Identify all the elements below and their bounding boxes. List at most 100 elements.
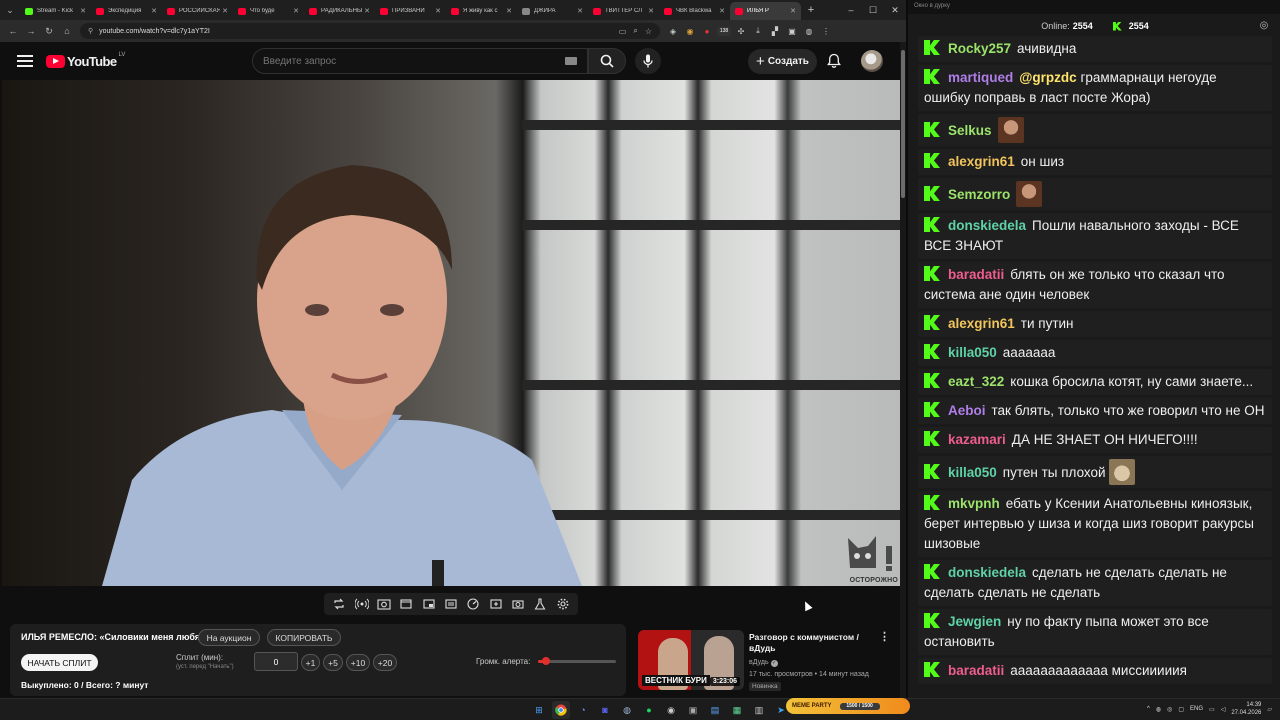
app-icon[interactable]: ▤ <box>706 701 724 719</box>
browser-tab[interactable]: Я живу как с ✕ <box>446 2 517 20</box>
tab-close-icon[interactable]: ✕ <box>222 7 228 15</box>
extensions-puzzle-icon[interactable]: ✣ <box>734 24 748 38</box>
extension-icon[interactable]: ◈ <box>666 24 680 38</box>
add-10-button[interactable]: +10 <box>346 654 370 671</box>
downloads-icon[interactable]: ⤓ <box>751 24 765 38</box>
obs-icon[interactable]: ◉ <box>662 701 680 719</box>
chat-message[interactable]: martiqued @grpzdc граммарнаци негоуде оши… <box>918 65 1272 111</box>
split-minutes-input[interactable]: 0 <box>254 652 298 671</box>
more-actions-icon[interactable]: ⋮ <box>879 632 890 643</box>
browser-tab[interactable]: Экспедиция ✕ <box>91 2 162 20</box>
chat-username[interactable]: alexgrin61 <box>948 154 1015 169</box>
add-5-button[interactable]: +5 <box>323 654 343 671</box>
loop-icon[interactable] <box>330 595 348 613</box>
chat-message[interactable]: Jewgien ну по факту пыпа может это все ос… <box>918 609 1272 655</box>
video-player[interactable]: ОСТОРОЖНО <box>2 80 900 586</box>
notifications-icon[interactable]: ▱ <box>1267 706 1272 713</box>
cinema-mode-icon[interactable] <box>397 595 415 613</box>
windows-start-icon[interactable]: ⊞ <box>530 701 548 719</box>
tab-close-icon[interactable]: ✕ <box>506 7 512 15</box>
recommended-title[interactable]: Разговор с коммунистом / вДудь <box>749 632 879 654</box>
tray-app-icon[interactable]: ▢ <box>1178 706 1184 713</box>
chat-username[interactable]: Selkus <box>948 123 992 138</box>
browser-tab[interactable]: ТВИТТЕР СЛ ✕ <box>588 2 659 20</box>
chrome-icon[interactable] <box>552 701 570 719</box>
chat-username[interactable]: Jewgien <box>948 614 1001 629</box>
broadcast-icon[interactable] <box>353 595 371 613</box>
chat-message[interactable]: killa050 ааааааа <box>918 340 1272 366</box>
tab-close-icon[interactable]: ✕ <box>719 7 725 15</box>
speed-icon[interactable] <box>464 595 482 613</box>
notifications-bell-icon[interactable] <box>826 53 842 69</box>
chat-username[interactable]: baradatii <box>948 267 1004 282</box>
discord-icon[interactable]: ◙ <box>596 701 614 719</box>
tab-close-icon[interactable]: ✕ <box>790 7 796 15</box>
guide-menu-icon[interactable] <box>17 52 33 70</box>
playlist-icon[interactable] <box>442 595 460 613</box>
app-icon[interactable]: ▦ <box>728 701 746 719</box>
browser-tab[interactable]: ИЛЬЯ Р ✕ <box>730 2 801 20</box>
recommended-thumbnail[interactable]: ВЕСТНИК БУРИ 3:23:06 <box>638 630 744 690</box>
zoom-icon[interactable]: ⌕ <box>633 26 637 36</box>
chat-message[interactable]: eazt_322 кошка бросила котят, ну сами зна… <box>918 369 1272 395</box>
tab-close-icon[interactable]: ✕ <box>435 7 441 15</box>
tab-close-icon[interactable]: ✕ <box>577 7 583 15</box>
chat-messages[interactable]: Rocky257 ачивидна martiqued @grpzdc граммар… <box>918 36 1272 698</box>
steam-icon[interactable]: ◍ <box>618 701 636 719</box>
account-avatar[interactable] <box>861 50 883 72</box>
tray-app-icon[interactable]: ◍ <box>1156 706 1161 713</box>
browser-tab[interactable]: Stream - Kick ✕ <box>20 2 91 20</box>
clock[interactable]: 14:39 27.04.2026 <box>1231 701 1261 717</box>
chat-username[interactable]: baradatii <box>948 663 1004 678</box>
chat-username[interactable]: killa050 <box>948 345 997 360</box>
extension-icon[interactable]: ▞ <box>768 24 782 38</box>
browser-menu-icon[interactable]: ⋮ <box>819 24 833 38</box>
chat-username[interactable]: donskiedela <box>948 565 1026 580</box>
tab-close-icon[interactable]: ✕ <box>293 7 299 15</box>
flask-icon[interactable] <box>531 595 549 613</box>
chat-username[interactable]: martiqued <box>948 70 1013 85</box>
add-20-button[interactable]: +20 <box>373 654 397 671</box>
browser-tab[interactable]: ДЖИРА ✕ <box>517 2 588 20</box>
back-icon[interactable]: ← <box>4 26 22 36</box>
chat-settings-icon[interactable]: ◎ <box>1256 18 1272 34</box>
chat-username[interactable]: mkvpnh <box>948 496 1000 511</box>
tab-close-icon[interactable]: ✕ <box>364 7 370 15</box>
app-icon[interactable]: ◔ <box>574 701 592 719</box>
chat-username[interactable]: Rocky257 <box>948 41 1011 56</box>
home-icon[interactable]: ⌂ <box>58 26 76 36</box>
network-icon[interactable]: ▭ <box>1209 706 1215 713</box>
alert-volume-knob[interactable] <box>541 657 550 665</box>
maximize-icon[interactable]: ☐ <box>862 0 884 20</box>
chat-username[interactable]: kazamari <box>948 432 1006 447</box>
browser-tab[interactable]: ПРИЗВАНИ ✕ <box>375 2 446 20</box>
scrollbar-thumb[interactable] <box>901 50 905 198</box>
chat-message[interactable]: Rocky257 ачивидна <box>918 36 1272 62</box>
chat-message[interactable]: killa050 путен ты плохой <box>918 456 1272 488</box>
browser-tab[interactable]: ЧВК Blackwa ✕ <box>659 2 730 20</box>
browser-tab[interactable]: Что буде ✕ <box>233 2 304 20</box>
profile-icon[interactable]: ◍ <box>802 24 816 38</box>
recommended-video[interactable]: ВЕСТНИК БУРИ 3:23:06 Разговор с коммунис… <box>638 630 900 694</box>
chat-message[interactable]: alexgrin61 ти путин <box>918 311 1272 337</box>
browser-tab[interactable]: РОССИЙСКАЯ ✕ <box>162 2 233 20</box>
chat-username[interactable]: Aeboi <box>948 403 986 418</box>
browser-tab[interactable]: РАДИКАЛЬНЫ ✕ <box>304 2 375 20</box>
chat-message[interactable]: Selkus <box>918 114 1272 146</box>
voice-search-button[interactable] <box>635 48 661 74</box>
bookmark-star-icon[interactable]: ☆ <box>645 27 652 36</box>
chat-username[interactable]: alexgrin61 <box>948 316 1015 331</box>
site-info-icon[interactable]: ⚲ <box>88 27 93 35</box>
volume-icon[interactable]: ◁ <box>1221 706 1226 713</box>
chat-username[interactable]: donskiedela <box>948 218 1026 233</box>
youtube-logo[interactable]: YouTube LV <box>46 52 125 69</box>
pip-icon[interactable] <box>420 595 438 613</box>
cast-icon[interactable]: ▭ <box>619 27 627 36</box>
minimize-icon[interactable]: – <box>840 0 862 20</box>
tab-close-icon[interactable]: ✕ <box>80 7 86 15</box>
start-split-button[interactable]: НАЧАТЬ СПЛИТ <box>21 654 98 671</box>
create-button[interactable]: + Создать <box>748 49 817 74</box>
chat-username[interactable]: killa050 <box>948 465 997 480</box>
search-button[interactable] <box>588 48 626 74</box>
tab-close-icon[interactable]: ✕ <box>151 7 157 15</box>
